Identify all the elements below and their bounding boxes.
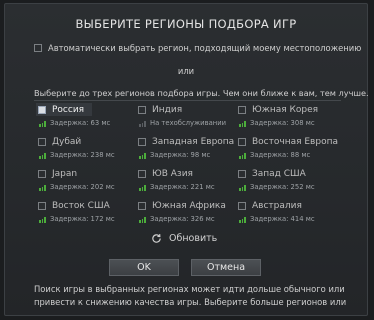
region-name: Индия [152,105,183,115]
dialog-title: ВЫБЕРИТЕ РЕГИОНЫ ПОДБОРА ИГР [75,17,297,31]
region-checkbox[interactable] [138,202,146,210]
region-option[interactable]: Восток США Задержка: 172 мс [38,200,138,223]
region-name: Запад США [252,169,306,179]
region-latency: Задержка: 63 мс [50,119,111,127]
refresh-label: Обновить [169,233,218,244]
region-option[interactable]: Россия Задержка: 63 мс [36,103,138,127]
region-option[interactable]: Japan Задержка: 202 мс [38,168,138,191]
footer-line: привести к снижению качества игры. Выбер… [34,297,349,307]
region-latency: Задержка: 308 мс [250,119,315,127]
region-option[interactable]: Запад США Задержка: 252 мс [238,168,338,191]
region-name: Дубай [52,137,82,147]
region-latency: Задержка: 88 мс [250,151,311,159]
refresh-button[interactable]: Обновить [151,233,217,244]
region-latency: Задержка: 202 мс [50,183,115,191]
region-checkbox[interactable] [38,170,46,178]
region-option[interactable]: Южная Корея Задержка: 308 мс [238,104,338,127]
auto-select-option[interactable]: Автоматически выбрать регион, подходящий… [34,43,361,53]
region-name: Восток США [52,201,110,211]
auto-select-label: Автоматически выбрать регион, подходящий… [48,43,362,53]
region-option[interactable]: Южная Африка Задержка: 326 мс [138,200,238,223]
region-latency: Задержка: 221 мс [150,183,215,191]
region-option[interactable]: Индия На техобслуживании [138,104,238,127]
region-checkbox[interactable] [38,138,46,146]
region-checkbox[interactable] [238,170,246,178]
signal-icon [139,121,147,127]
region-option[interactable]: Западная Европа Задержка: 98 мс [138,136,238,159]
signal-icon [139,185,147,191]
region-latency: На техобслуживании [150,119,227,127]
region-checkbox[interactable] [238,202,246,210]
region-latency: Задержка: 326 мс [150,215,215,223]
region-checkbox[interactable] [138,170,146,178]
region-name: Japan [52,169,78,179]
region-checkbox[interactable] [138,138,146,146]
region-name: Россия [52,105,85,115]
signal-icon [239,121,247,127]
divider [34,100,341,101]
region-name: Восточная Европа [252,137,338,147]
signal-icon [239,217,247,223]
signal-icon [139,153,147,159]
region-checkbox[interactable] [238,138,246,146]
refresh-icon [152,234,161,243]
region-option[interactable]: ЮВ Азия Задержка: 221 мс [138,168,238,191]
signal-icon [239,185,247,191]
region-option[interactable]: Восточная Европа Задержка: 88 мс [238,136,338,159]
region-checkbox[interactable] [238,106,246,114]
footer-note: Поиск игры в выбранных регионах может ид… [34,283,349,309]
footer-line: Поиск игры в выбранных регионах может ид… [34,284,345,294]
signal-icon [39,217,47,223]
cancel-button[interactable]: Отмена [191,259,261,276]
region-grid: Россия Задержка: 63 мс Индия На техобслужив… [36,103,343,223]
auto-select-checkbox[interactable] [34,44,42,52]
instructions-text: Выберите до трех регионов подбора игры. … [34,88,369,98]
region-select-dialog: ВЫБЕРИТЕ РЕГИОНЫ ПОДБОРА ИГР Автоматичес… [4,3,369,316]
region-checkbox[interactable] [138,106,146,114]
region-latency: Задержка: 172 мс [50,215,115,223]
region-latency: Задержка: 414 мс [250,215,315,223]
region-latency: Задержка: 98 мс [150,151,211,159]
signal-icon [139,217,147,223]
region-checkbox[interactable] [38,202,46,210]
region-option[interactable]: Дубай Задержка: 238 мс [38,136,138,159]
region-name: Австралия [252,201,302,211]
region-latency: Задержка: 252 мс [250,183,315,191]
region-name: Западная Европа [152,137,235,147]
signal-icon [39,121,47,127]
region-latency: Задержка: 238 мс [50,151,115,159]
signal-icon [39,153,47,159]
ok-button[interactable]: OK [109,259,179,276]
region-name: Южная Корея [252,105,319,115]
or-label: или [177,66,195,76]
region-checkbox[interactable] [38,106,46,114]
signal-icon [239,153,247,159]
signal-icon [39,185,47,191]
region-name: Южная Африка [152,201,226,211]
region-name: ЮВ Азия [152,169,193,179]
region-option[interactable]: Австралия Задержка: 414 мс [238,200,338,223]
